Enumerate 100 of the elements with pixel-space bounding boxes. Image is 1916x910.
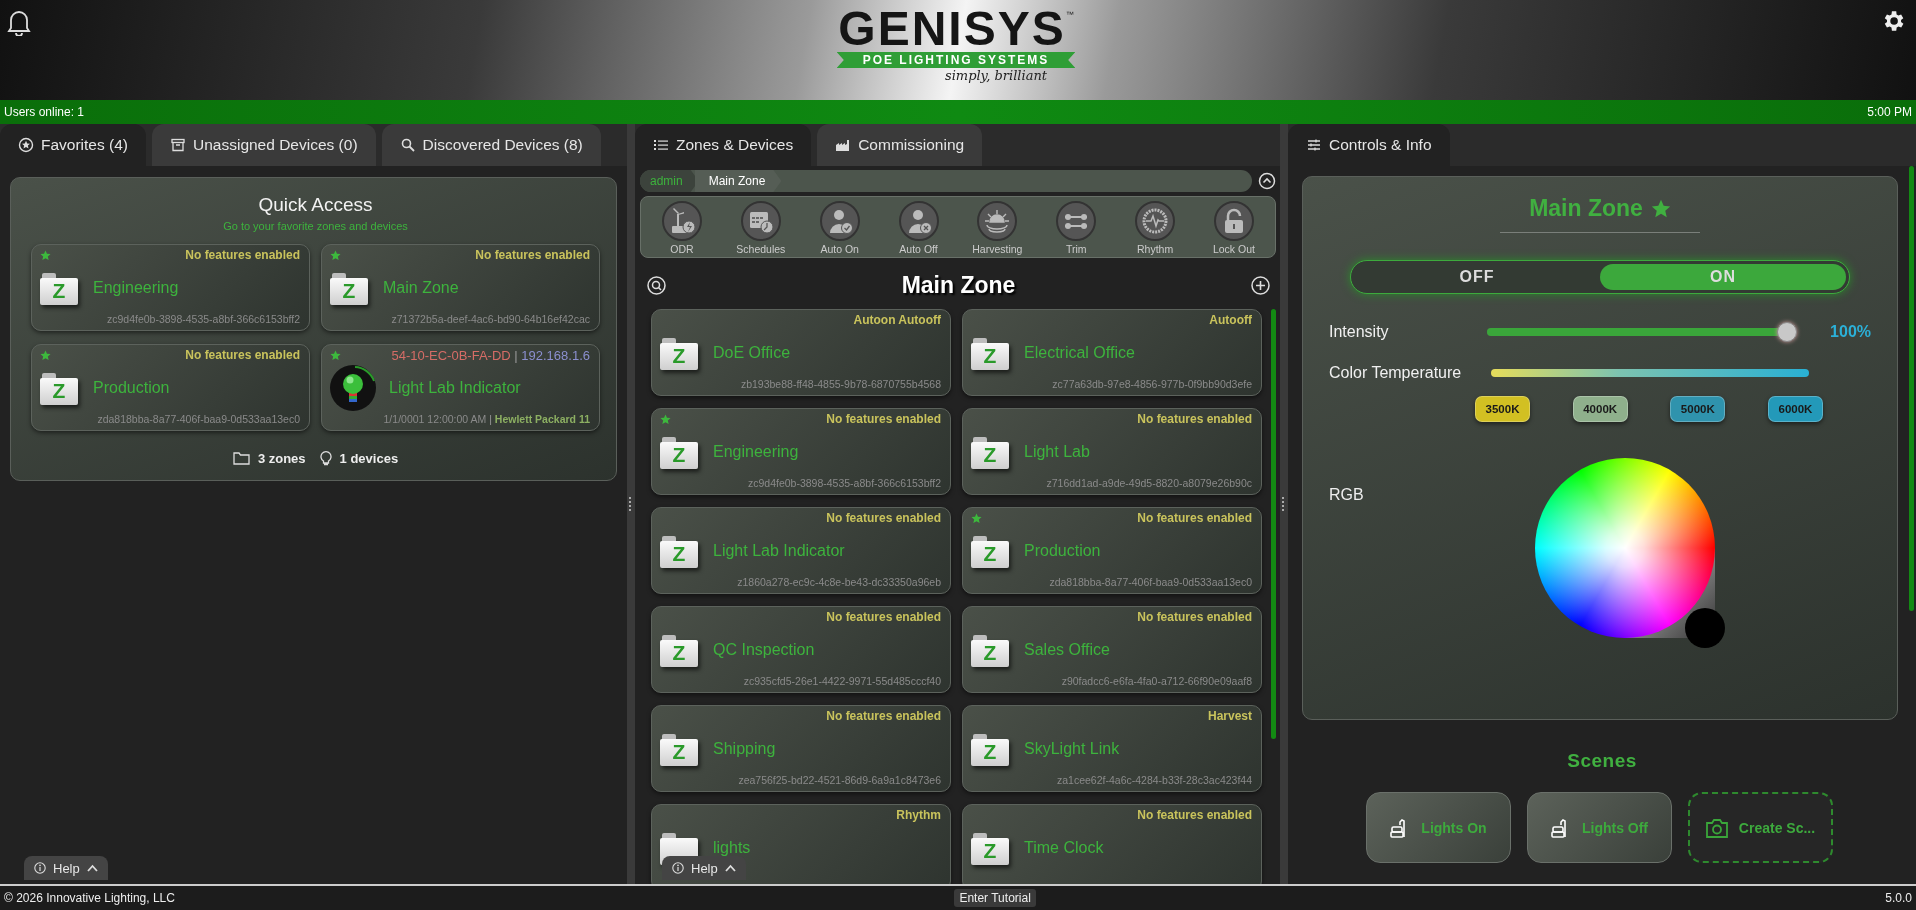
tab[interactable]: Controls & Info bbox=[1288, 124, 1450, 166]
temperature-preset[interactable]: 4000K bbox=[1572, 396, 1628, 422]
zone-id: zea756f25-bd22-4521-86d9-6a9a1c8473e6 bbox=[738, 774, 941, 786]
add-icon[interactable] bbox=[1251, 276, 1270, 295]
scenes-title: Scenes bbox=[1566, 750, 1638, 772]
zone-card[interactable]: No features enabled Z Production zda818bba-8a77-406f-baa9-0d533aa13ec0 bbox=[31, 344, 310, 431]
feature-button[interactable]: Trim bbox=[1043, 201, 1110, 255]
scene-button[interactable]: Lights On bbox=[1365, 792, 1511, 863]
zone-name: Shipping bbox=[713, 740, 776, 758]
zone-name: DoE Office bbox=[713, 344, 791, 362]
zone-id: zc935cfd5-26e1-4422-9971-55d485cccf40 bbox=[743, 675, 941, 687]
temperature-preset[interactable]: 6000K bbox=[1767, 396, 1823, 422]
intensity-label: Intensity bbox=[1329, 323, 1390, 341]
mac-address: 54-10-EC-0B-FA-DD bbox=[391, 347, 511, 363]
features-status: No features enabled bbox=[826, 610, 941, 624]
zone-name: QC Inspection bbox=[713, 641, 815, 659]
sliders-icon bbox=[1306, 137, 1322, 153]
panel-title: Quick Access bbox=[258, 194, 373, 216]
zone-card[interactable]: No features enabled Z Engineering zc9d4fe0b-3898-4535-a8bf-366c6153bff2 bbox=[31, 244, 310, 331]
zone-card[interactable]: No features enabled Z Engineering zc9d4fe0b-3898-4535-a8bf-366c6153bff2 bbox=[651, 408, 951, 495]
favorite-star-icon[interactable] bbox=[1650, 198, 1671, 219]
zone-id: z1860a278-ec9c-4c8e-be43-dc33350a96eb bbox=[737, 576, 941, 588]
zone-card[interactable]: No features enabled Z Time Clock bbox=[962, 804, 1262, 884]
zone-card[interactable]: No features enabled Z Light Lab z716dd1ad-a9de-49d5-8820-a8079e26b90c bbox=[962, 408, 1262, 495]
folder-icon bbox=[232, 451, 250, 465]
zone-card[interactable]: No features enabled Z Production zda818bba-8a77-406f-baa9-0d533aa13ec0 bbox=[962, 507, 1262, 594]
power-option[interactable]: OFF bbox=[1354, 264, 1600, 290]
chevron-up-icon bbox=[86, 864, 98, 872]
separator: | bbox=[514, 347, 518, 363]
enter-tutorial-button[interactable]: Enter Tutorial bbox=[954, 889, 1036, 907]
features-status: No features enabled bbox=[185, 248, 300, 262]
zone-id: zc77a63db-97e8-4856-977b-0f9bb90d3efe bbox=[1052, 378, 1252, 390]
trademark-mark: ™ bbox=[1065, 10, 1074, 19]
zone-id: z90fadcc6-e6fa-4fa0-a712-66f90e09aaf8 bbox=[1061, 675, 1252, 687]
clock-time: 5:00 PM bbox=[1867, 105, 1912, 119]
star-circle-icon bbox=[18, 137, 34, 153]
breadcrumb-item[interactable]: Main Zone bbox=[694, 170, 782, 192]
features-status: Rhythm bbox=[896, 808, 941, 822]
tab[interactable]: Zones & Devices bbox=[635, 124, 812, 166]
feature-button[interactable]: Harvesting bbox=[964, 201, 1031, 255]
chevron-up-icon bbox=[724, 864, 736, 872]
feature-button[interactable]: Auto Off bbox=[885, 201, 952, 255]
last-seen-date: 1/1/0001 12:00:00 AM bbox=[383, 413, 487, 425]
features-status: No features enabled bbox=[1137, 412, 1252, 426]
tab[interactable]: Unassigned Devices (0) bbox=[152, 124, 376, 166]
tab[interactable]: Discovered Devices (8) bbox=[381, 124, 601, 166]
zone-id: z716dd1ad-a9de-49d5-8820-a8079e26b90c bbox=[1046, 477, 1252, 489]
features-status: No features enabled bbox=[1137, 808, 1252, 822]
feature-button[interactable]: ODR bbox=[649, 201, 715, 255]
feature-button[interactable]: Lock Out bbox=[1200, 201, 1267, 255]
zone-card[interactable]: No features enabled Z QC Inspection zc935cfd5-26e1-4422-9971-55d485cccf40 bbox=[651, 606, 951, 693]
zone-id: zb193be88-ff48-4855-9b78-6870755b4568 bbox=[740, 378, 941, 390]
zone-count: 3 zones bbox=[257, 450, 306, 466]
feature-button[interactable]: Schedules bbox=[727, 201, 794, 255]
zone-id: za1cee62f-4a6c-4284-b33f-28c3ac423f44 bbox=[1057, 774, 1252, 786]
zone-title: Main Zone bbox=[901, 272, 1016, 299]
zone-name: lights bbox=[713, 839, 751, 857]
tab[interactable]: Commissioning bbox=[817, 124, 983, 166]
zone-id: zc9d4fe0b-3898-4535-a8bf-366c6153bff2 bbox=[747, 477, 941, 489]
features-status: Autooff bbox=[1209, 313, 1252, 327]
bulb-icon bbox=[330, 365, 376, 411]
help-button[interactable]: Help bbox=[24, 856, 108, 880]
zone-card[interactable]: Autooff Z Electrical Office zc77a63db-97e8-4856-977b-0f9bb90d3efe bbox=[962, 309, 1262, 396]
zone-id: zc9d4fe0b-3898-4535-a8bf-366c6153bff2 bbox=[106, 313, 300, 325]
temperature-preset[interactable]: 5000K bbox=[1670, 396, 1726, 422]
tagline-banner: POE LIGHTING SYSTEMS bbox=[836, 52, 1076, 68]
version-text: 5.0.0 bbox=[1885, 891, 1912, 905]
zone-name: Engineering bbox=[713, 443, 799, 461]
zone-card[interactable]: No features enabled Z Light Lab Indicator z1860a278-ec9c-4c8e-be43-dc33350a96eb bbox=[651, 507, 951, 594]
search-icon[interactable] bbox=[647, 276, 666, 295]
feature-button[interactable]: Rhythm bbox=[1122, 201, 1189, 255]
panel-subtitle: Go to your favorite zones and devices bbox=[223, 220, 408, 232]
camera-icon bbox=[1704, 816, 1729, 839]
list-icon bbox=[653, 137, 669, 153]
info-icon bbox=[34, 862, 46, 874]
collapse-icon[interactable] bbox=[1258, 172, 1276, 190]
rgb-label: RGB bbox=[1329, 486, 1365, 505]
bell-icon[interactable] bbox=[6, 8, 32, 36]
wind-turbine-icon bbox=[669, 208, 695, 234]
waveform-dial-icon bbox=[1142, 208, 1169, 234]
temperature-preset[interactable]: 3500K bbox=[1475, 396, 1530, 422]
zone-card[interactable]: Harvest Z SkyLight Link za1cee62f-4a6c-4284-b33f-28c3ac423f44 bbox=[962, 705, 1262, 792]
features-status: No features enabled bbox=[826, 412, 941, 426]
color-wheel-picker[interactable] bbox=[1535, 458, 1725, 648]
zone-card[interactable]: No features enabled Z Main Zone z71372b5a-deef-4ac6-bd90-64b16ef42cac bbox=[321, 244, 600, 331]
device-model: Hewlett Packard 11 bbox=[494, 413, 590, 425]
tab[interactable]: Favorites (4) bbox=[0, 124, 146, 166]
sunrise-icon bbox=[984, 208, 1011, 234]
zone-id: z71372b5a-deef-4ac6-bd90-64b16ef42cac bbox=[391, 313, 590, 325]
feature-button[interactable]: Auto On bbox=[806, 201, 873, 255]
zone-card[interactable]: Autoon Autooff Z DoE Office zb193be88-ff48-4855-9b78-6870755b4568 bbox=[651, 309, 951, 396]
device-count: 1 devices bbox=[339, 450, 399, 466]
create-button[interactable]: Create Sc... bbox=[1687, 792, 1833, 863]
device-card[interactable]: 54-10-EC-0B-FA-DD | 192.168.1.6 Light Lab Indicator 1/1/0001 12:00:00 AM | Hewlett Packard 11 bbox=[321, 344, 600, 431]
intensity-reading: 100% bbox=[1830, 323, 1871, 341]
zone-card[interactable]: No features enabled Z Shipping zea756f25-bd22-4521-86d9-6a9a1c8473e6 bbox=[651, 705, 951, 792]
scene-button[interactable]: Lights Off bbox=[1526, 792, 1672, 863]
separator: | bbox=[489, 413, 492, 425]
help-button[interactable]: Help bbox=[662, 856, 746, 880]
zone-card[interactable]: No features enabled Z Sales Office z90fadcc6-e6fa-4fa0-a712-66f90e09aaf8 bbox=[962, 606, 1262, 693]
